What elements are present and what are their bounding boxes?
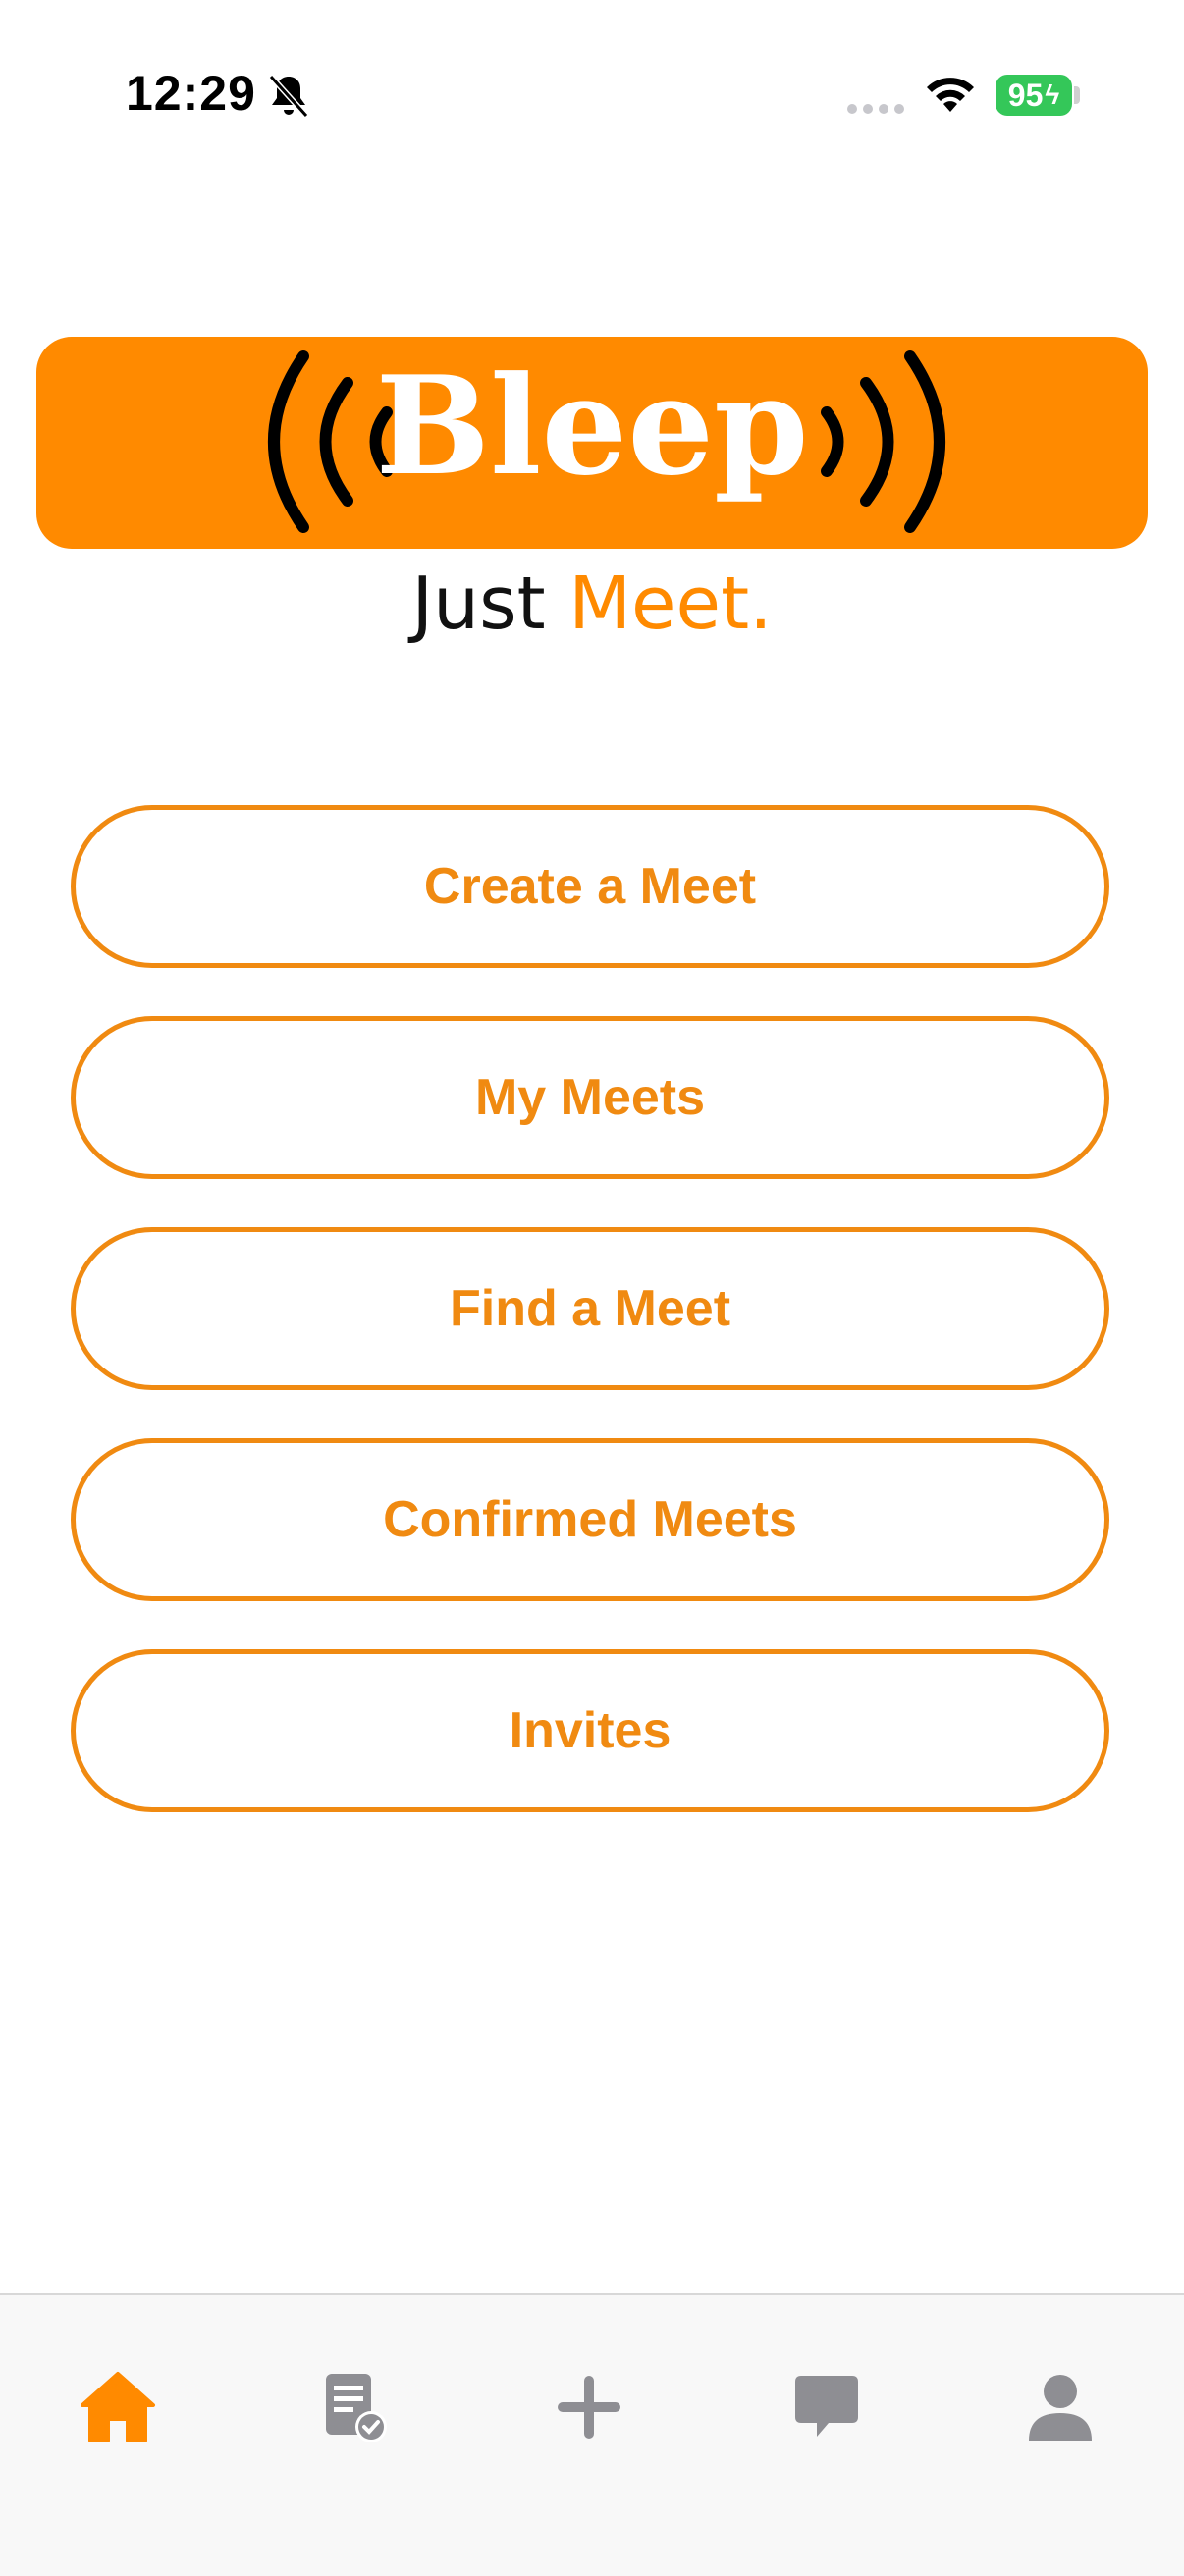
tab-profile[interactable] bbox=[1001, 2348, 1119, 2466]
find-meet-button[interactable]: Find a Meet bbox=[71, 1227, 1109, 1390]
tab-create[interactable] bbox=[530, 2348, 648, 2466]
cellular-signal-icon bbox=[847, 104, 904, 114]
tagline-just: Just bbox=[411, 562, 546, 646]
profile-icon bbox=[1029, 2375, 1092, 2441]
confirmed-meets-button[interactable]: Confirmed Meets bbox=[71, 1438, 1109, 1601]
status-bar: 12:29 95 ϟ bbox=[0, 0, 1184, 196]
plus-icon bbox=[558, 2376, 620, 2439]
tab-chat[interactable] bbox=[768, 2348, 886, 2466]
tagline: Just Meet. bbox=[0, 562, 1184, 646]
my-meets-button[interactable]: My Meets bbox=[71, 1016, 1109, 1179]
logo-word: Bleep bbox=[375, 346, 809, 506]
chat-icon bbox=[795, 2376, 858, 2437]
bell-muted-icon bbox=[268, 74, 309, 119]
signal-waves-right-icon bbox=[821, 350, 945, 533]
wifi-icon bbox=[927, 78, 974, 112]
tagline-meet: Meet. bbox=[568, 562, 773, 646]
meets-list-icon bbox=[326, 2374, 387, 2442]
charging-icon: ϟ bbox=[1045, 80, 1060, 110]
logo-banner: Bleep bbox=[36, 337, 1148, 549]
battery-cap bbox=[1074, 86, 1080, 104]
invites-button[interactable]: Invites bbox=[71, 1649, 1109, 1812]
create-meet-button[interactable]: Create a Meet bbox=[71, 805, 1109, 968]
tab-meets[interactable] bbox=[295, 2348, 412, 2466]
battery-level: 95 bbox=[1007, 77, 1044, 113]
battery-indicator: 95 ϟ bbox=[996, 75, 1072, 116]
status-time: 12:29 bbox=[126, 66, 256, 121]
tab-bar bbox=[0, 2293, 1184, 2576]
home-icon bbox=[81, 2372, 155, 2442]
tab-home[interactable] bbox=[59, 2348, 177, 2466]
